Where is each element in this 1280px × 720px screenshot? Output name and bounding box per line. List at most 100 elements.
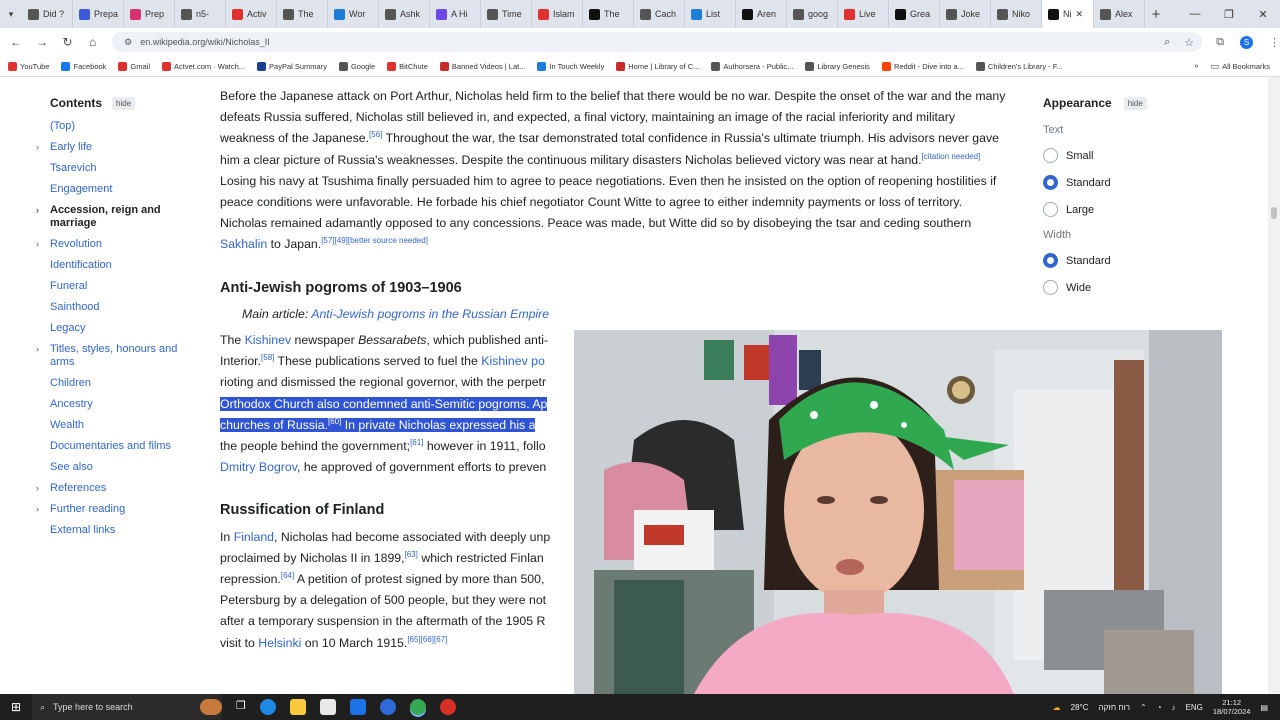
browser-tab[interactable]: Islam (532, 0, 583, 28)
browser-tab[interactable]: Alex (1094, 0, 1145, 28)
lang-indicator[interactable]: ENG (1186, 703, 1203, 712)
bookmark-item[interactable]: BitChute (387, 61, 428, 71)
scrollbar-thumb[interactable] (1271, 207, 1277, 219)
toc-item[interactable]: Children (40, 377, 200, 390)
radio-option[interactable]: Wide (1043, 280, 1183, 295)
toc-item[interactable]: › References (36, 482, 200, 495)
toc-item[interactable]: › Revolution (36, 238, 200, 251)
browser-tab[interactable]: The (277, 0, 328, 28)
bookmark-item[interactable]: Google (338, 61, 375, 71)
toc-item[interactable]: Identification (40, 259, 200, 272)
chrome-icon[interactable] (409, 699, 426, 715)
mail-icon[interactable] (349, 699, 366, 715)
browser-tab[interactable]: Did ? (22, 0, 73, 28)
toc-item[interactable]: Wealth (40, 419, 200, 432)
bookmark-item[interactable]: Reddit - Dive into a... (881, 61, 964, 71)
toc-hide-button[interactable]: hide (112, 96, 136, 110)
main-article-link[interactable]: Anti-Jewish pogroms in the Russian Empir… (311, 307, 549, 321)
app-icon[interactable] (379, 699, 396, 715)
task-view-icon[interactable]: ❐ (236, 699, 246, 715)
bookmark-item[interactable]: In Touch Weekly (537, 61, 604, 71)
site-info-icon[interactable]: ⚙ (124, 37, 132, 48)
radio-button[interactable] (1043, 280, 1058, 295)
link-kishinev-pogrom[interactable]: Kishinev po (481, 354, 545, 368)
ref[interactable]: [58] (261, 353, 274, 362)
browser-tab[interactable]: Niko (991, 0, 1042, 28)
bookmark-item[interactable]: Library Genesis (805, 61, 870, 71)
ref[interactable]: [60] (328, 417, 341, 426)
ref[interactable]: [61] (410, 438, 423, 447)
edge-icon[interactable] (259, 699, 276, 715)
minimize-icon[interactable]: — (1178, 8, 1212, 21)
bookmark-item[interactable]: Home | Library of C... (616, 61, 699, 71)
toc-item[interactable]: Engagement (40, 183, 200, 196)
close-window-icon[interactable]: ✕ (1246, 8, 1280, 21)
ref[interactable]: [56] (369, 130, 382, 139)
toc-item[interactable]: Sainthood (40, 301, 200, 314)
radio-button[interactable] (1043, 202, 1058, 217)
chevron-right-icon[interactable]: › (36, 503, 39, 516)
profile-avatar[interactable]: S (1239, 35, 1253, 49)
ref[interactable]: [65][66][67] (407, 635, 447, 644)
maximize-icon[interactable]: ❐ (1212, 8, 1246, 21)
chevron-right-icon[interactable]: › (36, 238, 39, 251)
toc-item[interactable]: Ancestry (40, 398, 200, 411)
new-tab-button[interactable]: + (1145, 6, 1167, 23)
tray-chevron-icon[interactable]: ⌃ (1140, 703, 1147, 712)
browser-tab[interactable]: Joke (940, 0, 991, 28)
toc-item[interactable]: (Top) (40, 120, 200, 133)
bookmark-item[interactable]: Gmail (118, 61, 150, 71)
citation-needed[interactable]: [citation needed] (922, 152, 981, 161)
browser-tab[interactable]: Grea (889, 0, 940, 28)
ref[interactable]: [64] (281, 571, 294, 580)
recorder-icon[interactable] (439, 699, 456, 715)
notifications-icon[interactable]: ▤ (1260, 703, 1268, 712)
windows-start-icon[interactable]: ⊞ (0, 700, 32, 714)
radio-button[interactable] (1043, 253, 1058, 268)
link-sakhalin[interactable]: Sakhalin (220, 237, 267, 251)
toc-item[interactable]: Funeral (40, 280, 200, 293)
bookmark-item[interactable]: Actvet.com · Watch... (162, 61, 245, 71)
browser-tab[interactable]: Prepa (73, 0, 124, 28)
browser-tab[interactable]: A Hi (430, 0, 481, 28)
toc-item[interactable]: See also (40, 461, 200, 474)
extensions-icon[interactable]: ⧉ (1216, 36, 1224, 49)
selected-text[interactable]: churches of Russia.[60] In private Nicho… (220, 417, 536, 432)
page-scrollbar[interactable] (1268, 77, 1280, 693)
link-finland[interactable]: Finland (234, 530, 274, 544)
volume-icon[interactable]: ♪ (1172, 703, 1176, 712)
chevron-right-icon[interactable]: › (36, 482, 39, 495)
bookmark-item[interactable]: Banned Videos | Lat... (439, 61, 525, 71)
clock[interactable]: 21:12 18/07/2024 (1213, 698, 1251, 716)
ref[interactable]: [63] (405, 550, 418, 559)
radio-option[interactable]: Standard (1043, 253, 1183, 268)
toc-item[interactable]: Legacy (40, 322, 200, 335)
close-tab-icon[interactable]: ✕ (1076, 9, 1084, 20)
bookmark-item[interactable]: Authorsera - Public... (711, 61, 793, 71)
link-helsinki[interactable]: Helsinki (258, 636, 301, 650)
browser-tab[interactable]: Wor (328, 0, 379, 28)
radio-button[interactable] (1043, 175, 1058, 190)
radio-option[interactable]: Large (1043, 202, 1183, 217)
radio-option[interactable]: Small (1043, 148, 1183, 163)
toc-item[interactable]: › Early life (36, 141, 200, 154)
browser-tab[interactable]: Ashk (379, 0, 430, 28)
network-icon[interactable]: ◔ (1157, 703, 1162, 712)
link-kishinev[interactable]: Kishinev (245, 333, 291, 347)
reload-icon[interactable]: ↻ (62, 35, 73, 49)
zoom-icon[interactable]: ⌕ (1164, 36, 1170, 49)
chevron-right-icon[interactable]: › (36, 343, 39, 356)
browser-tab[interactable]: The (583, 0, 634, 28)
link-dmitry-bogrov[interactable]: Dmitry Bogrov (220, 460, 297, 474)
bookmark-item[interactable]: YouTube (8, 61, 49, 71)
weather-icon[interactable]: ☁ (1053, 703, 1061, 712)
all-bookmarks-button[interactable]: ▭ All Bookmarks (1211, 61, 1270, 72)
forward-icon[interactable]: → (36, 35, 48, 49)
store-icon[interactable] (319, 699, 336, 715)
browser-tab[interactable]: Aren (736, 0, 787, 28)
radio-option[interactable]: Standard (1043, 175, 1183, 190)
toc-item[interactable]: Documentaries and films (40, 440, 200, 453)
address-bar[interactable]: ⚙ en.wikipedia.org/wiki/Nicholas_II ⌕ ☆ (112, 32, 1203, 52)
appearance-hide-button[interactable]: hide (1123, 96, 1147, 110)
taskbar-search[interactable]: ⌕ Type here to search (32, 694, 222, 720)
